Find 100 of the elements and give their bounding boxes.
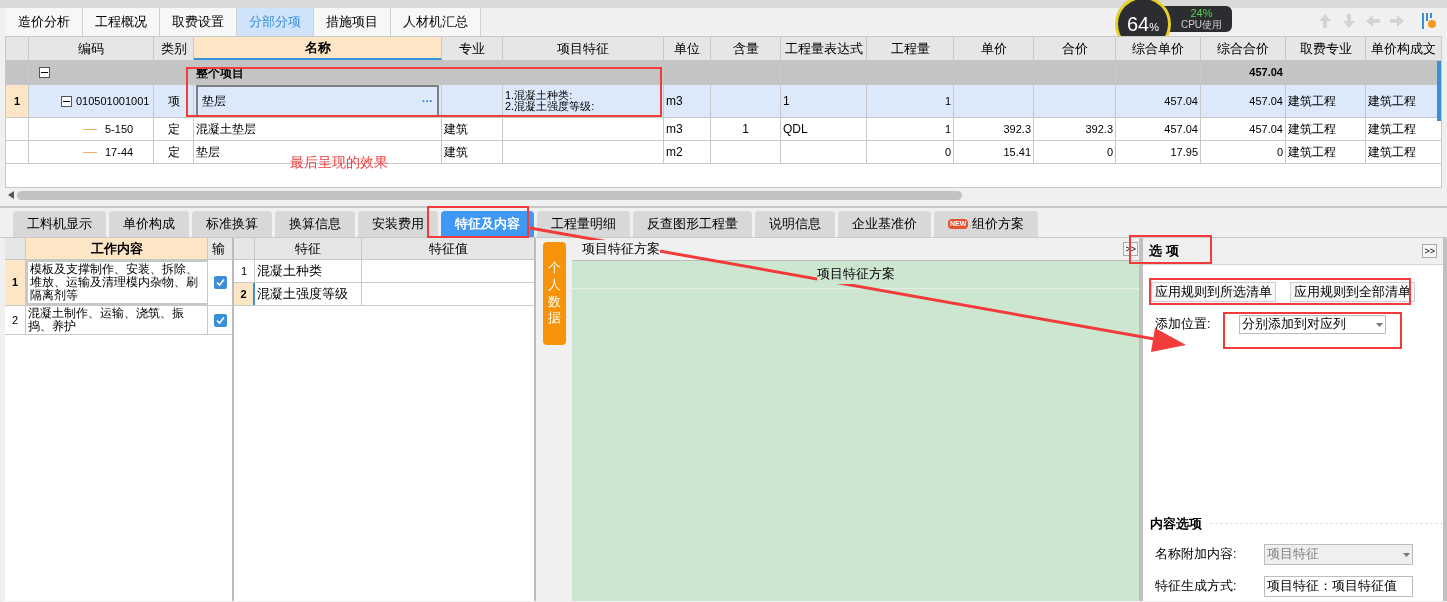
code-text: 010501001001 [76,93,150,109]
scroll-left-icon[interactable] [8,191,14,199]
table-cell-text: m3 [666,93,683,110]
column-header[interactable]: 工作内容 [26,238,208,259]
table-cell-text: 1 [944,121,951,137]
collapse-toggle[interactable] [61,95,72,107]
column-header[interactable]: 专业 [442,37,503,60]
collapse-button[interactable]: >> [1422,244,1437,258]
column-header[interactable]: 取费专业 [1286,37,1366,60]
table-cell-text: 0 [1106,144,1113,160]
detail-tab[interactable]: 企业基准价 [838,211,931,237]
detail-tab[interactable]: 反查图形工程量 [633,211,752,237]
table-cell-text: 17.95 [1170,144,1198,160]
column-header[interactable]: 综合单价 [1116,37,1201,60]
apply-rule-button[interactable]: 应用规则到所选清单 [1151,282,1276,302]
column-header[interactable]: 合价 [1034,37,1116,60]
settings-icon[interactable] [1421,12,1437,30]
table-cell-text: 垫层 [196,144,220,161]
table-cell-text: 0 [944,144,951,160]
table-cell-text: 457.04 [1249,65,1283,81]
detail-tab[interactable]: 工程量明细 [537,211,630,237]
table-cell-text: 建筑工程 [1368,121,1416,138]
position-select[interactable]: 分别添加到对应列 [1239,315,1387,334]
option-select[interactable]: 项目特征：项目特征值 [1264,576,1413,597]
view-tab[interactable]: 人材机汇总 [391,8,481,36]
column-header[interactable]: 单价 [954,37,1034,60]
row-number: 1 [240,263,248,279]
table-cell-text: 建筑工程 [1288,144,1336,161]
feature-name: 混凝土强度等级 [257,285,348,303]
output-checkbox[interactable] [213,313,227,327]
column-header[interactable]: 单位 [664,37,711,60]
collapse-toggle[interactable] [39,67,50,78]
feature-name: 混凝土种类 [257,262,322,280]
field-label: 添加位置: [1155,316,1211,334]
more-button[interactable]: ··· [422,92,433,110]
table-cell-text: 混凝土垫层 [196,121,256,138]
annotation-note: 最后呈现的效果 [290,153,388,172]
view-tab[interactable]: 造价分析 [6,8,83,36]
table-cell-text: 1 [742,121,749,138]
apply-rule-button[interactable]: 应用规则到全部清单 [1290,282,1415,302]
table-cell-text: 定 [167,121,180,138]
code-text: 17-44 [105,144,134,160]
work-content-text: 混凝土制作、运输、浇筑、振捣、养护 [28,306,184,333]
table-cell-text: 建筑工程 [1368,144,1416,161]
name-editor[interactable]: 垫层 ··· [196,85,439,117]
view-tab[interactable]: 措施项目 [314,8,391,36]
table-cell-text: 项 [167,93,180,110]
table-cell-text: 建筑工程 [1288,93,1336,110]
row-number: 2 [11,312,19,328]
feature-text: 1.混凝土种类: 2.混凝土强度等级: [505,90,595,112]
column-header[interactable]: 名称 [194,37,442,60]
detail-tab[interactable]: 换算信息 [275,211,355,237]
dropdown-caret-icon [1376,322,1384,327]
table-cell-text: 1 [944,93,951,109]
table-cell-text: 0 [1276,144,1283,160]
table-cell-text: QDL [783,121,808,138]
column-header[interactable]: 工程量 [867,37,954,60]
column-header[interactable]: 工程量表达式 [781,37,867,60]
column-header[interactable]: 输 [208,238,232,259]
section-title: 内容选项 [1150,514,1202,533]
table-cell-text: 1 [783,93,790,110]
table-cell-text: 457.04 [1164,121,1198,137]
table-cell-text: m3 [666,121,683,138]
table-cell-text: 建筑 [444,144,468,161]
detail-tab[interactable]: 单价构成 [109,211,189,237]
cpu-label: CPU使用 [1179,18,1223,31]
cpu-usage: 24% [1189,7,1213,19]
table-cell-text: 392.3 [1085,121,1113,137]
row-number: 1 [11,275,19,291]
table-cell-text: 457.04 [1249,121,1283,137]
output-checkbox[interactable] [213,276,227,289]
column-header[interactable]: 项目特征 [503,37,664,60]
detail-tab[interactable]: 说明信息 [755,211,835,237]
view-tab[interactable]: 工程概况 [83,8,160,36]
column-header[interactable]: 编码 [29,37,154,60]
table-cell-text: 建筑工程 [1368,93,1416,110]
detail-tab[interactable]: 标准换算 [192,211,272,237]
table-cell-text: 457.04 [1164,93,1198,109]
detail-tab[interactable]: 工料机显示 [13,211,106,237]
table-cell-text: 15.41 [1003,144,1031,160]
table-cell-text: 定 [167,144,180,161]
view-tab[interactable]: 取费设置 [160,8,237,36]
column-header[interactable]: 单价构成文 [1366,37,1441,60]
panel-title: 选 项 [1149,242,1179,261]
column-header: 项目特征方案 [816,265,895,284]
work-content-text: 模板及支撑制作、安装、拆除、堆放、运输及清理模内杂物、刷隔离剂等 [30,262,198,302]
table-cell-text: 建筑 [444,121,468,138]
column-header[interactable]: 特征 [255,238,362,259]
table-cell-text: m2 [666,144,683,161]
table-cell-text: 392.3 [1003,121,1031,137]
field-label: 名称附加内容: [1155,546,1238,564]
code-text: 5-150 [105,121,134,137]
column-header[interactable]: 含量 [711,37,781,60]
dropdown-caret-icon [1403,552,1410,557]
row-number: 2 [240,286,247,302]
column-header[interactable]: 特征值 [362,238,534,259]
table-cell-text: 建筑工程 [1288,121,1336,138]
row-number: 1 [13,93,21,109]
detail-tab[interactable]: 安装费用 [358,211,438,237]
column-header[interactable]: 综合合价 [1201,37,1286,60]
